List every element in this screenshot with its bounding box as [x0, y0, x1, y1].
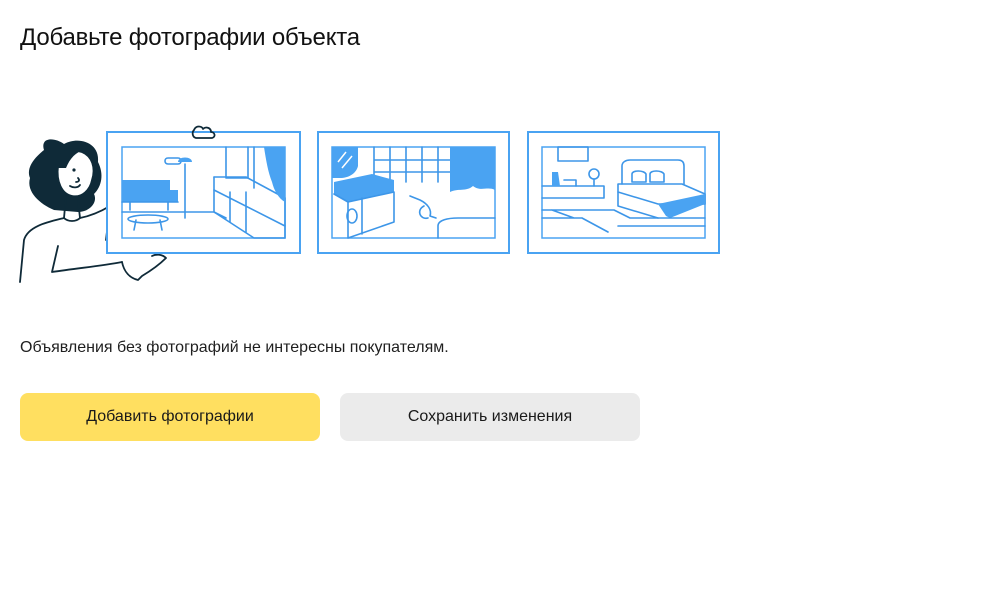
bathroom-photo-icon	[317, 131, 510, 254]
woman-holding-photos-illustration: .ln { fill: none; stroke: #3d96e8; strok…	[19, 125, 720, 283]
add-photos-button[interactable]: Добавить фотографии	[20, 393, 320, 441]
living-room-photo-icon	[106, 125, 301, 254]
save-changes-button[interactable]: Сохранить изменения	[340, 393, 640, 441]
description-text: Объявления без фотографий не интересны п…	[20, 339, 449, 356]
bedroom-photo-icon	[527, 131, 720, 254]
page-title: Добавьте фотографии объекта	[20, 24, 360, 51]
